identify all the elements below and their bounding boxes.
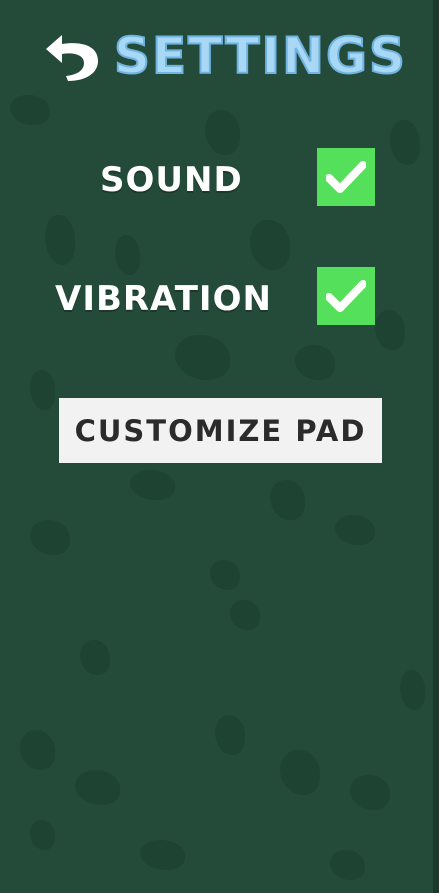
header: SETTINGS [40,26,407,86]
sound-label: SOUND [100,160,243,200]
back-button[interactable] [40,26,102,86]
customize-pad-label: CUSTOMIZE PAD [74,413,367,448]
screen-edge [433,0,439,893]
setting-row-sound: SOUND [100,155,243,205]
back-arrow-icon [46,35,98,81]
checkmark-icon [326,280,366,312]
sound-checkbox[interactable] [317,148,375,206]
checkmark-icon [326,161,366,193]
page-title: SETTINGS [113,26,408,86]
customize-pad-button[interactable]: CUSTOMIZE PAD [59,398,382,463]
vibration-label: VIBRATION [55,279,272,319]
vibration-checkbox[interactable] [317,267,375,325]
setting-row-vibration: VIBRATION [55,274,272,324]
